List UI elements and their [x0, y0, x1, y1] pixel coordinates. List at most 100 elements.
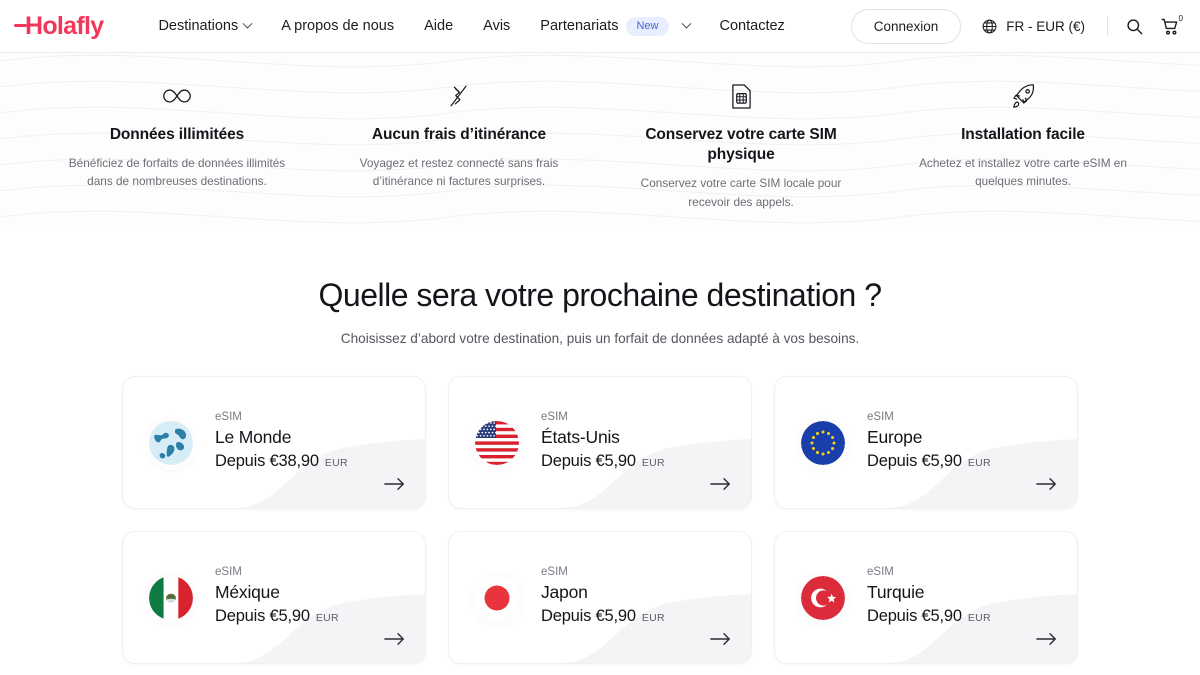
main-nav: Destinations A propos de nous Aide Avis …	[143, 9, 799, 44]
no-roaming-fees-icon	[342, 81, 576, 111]
nav-item-reviews[interactable]: Avis	[468, 10, 525, 42]
header-actions: Connexion FR - EUR (€) 0	[850, 8, 1188, 44]
search-button[interactable]	[1116, 8, 1152, 44]
arrow-right-icon	[384, 478, 404, 490]
card-currency: EUR	[641, 611, 665, 624]
destination-card[interactable]: eSIM Méxique Depuis €5,90 EUR	[122, 531, 426, 664]
nav-label: Destinations	[158, 18, 239, 34]
cart-icon	[1160, 18, 1177, 35]
destination-card[interactable]: eSIM Japon Depuis €5,90 EUR	[448, 531, 752, 664]
feature-easy-installation: Installation facile Achetez et installez…	[882, 81, 1164, 231]
card-body: eSIM Europe Depuis €5,90 EUR	[867, 411, 991, 475]
logo-text: Holafly	[25, 11, 104, 40]
feature-title: Conservez votre carte SIM physique	[645, 126, 837, 164]
card-go-button[interactable]	[1036, 477, 1057, 491]
new-badge: New	[626, 16, 669, 36]
nav-label: Avis	[483, 18, 511, 34]
globe-icon	[982, 19, 997, 33]
destination-cards-grid: eSIM Le Monde Depuis €38,90 EUR eSIM Éta…	[122, 376, 1078, 664]
nav-label: A propos de nous	[281, 18, 395, 34]
card-go-button[interactable]	[710, 632, 731, 646]
card-price-row: Depuis €5,90 EUR	[215, 607, 339, 626]
chevron-down-icon	[681, 18, 691, 29]
site-header: Holafly Destinations A propos de nous Ai…	[0, 0, 1200, 53]
destination-card[interactable]: eSIM Turquie Depuis €5,90 EUR	[774, 531, 1078, 664]
card-body: eSIM États-Unis Depuis €5,90 EUR	[541, 411, 665, 475]
feature-title: Installation facile	[961, 126, 1085, 143]
destination-card[interactable]: eSIM États-Unis Depuis €5,90 EUR	[448, 376, 752, 509]
card-esim-label: eSIM	[541, 410, 568, 423]
feature-description: Voyagez et restez connecté sans frais d’…	[359, 156, 559, 189]
destination-card[interactable]: eSIM Europe Depuis €5,90 EUR	[774, 376, 1078, 509]
card-price-row: Depuis €38,90 EUR	[215, 452, 348, 471]
card-esim-label: eSIM	[215, 565, 242, 578]
header-divider	[1107, 16, 1108, 36]
arrow-right-icon	[384, 633, 404, 645]
arrow-right-icon	[1036, 633, 1056, 645]
card-price-row: Depuis €5,90 EUR	[867, 607, 991, 626]
world-globe-flag	[149, 420, 193, 465]
card-go-button[interactable]	[1036, 632, 1057, 646]
cart-button[interactable]: 0	[1152, 8, 1188, 44]
page-root: Holafly Destinations A propos de nous Ai…	[0, 0, 1200, 675]
infinity-icon	[60, 81, 294, 111]
card-go-button[interactable]	[384, 632, 405, 646]
search-icon	[1126, 18, 1142, 34]
card-esim-label: eSIM	[541, 565, 568, 578]
card-destination-name: Turquie	[867, 581, 925, 602]
feature-description: Bénéficiez de forfaits de données illimi…	[68, 156, 286, 189]
feature-title: Aucun frais d’itinérance	[371, 126, 547, 143]
card-price: Depuis €5,90	[867, 606, 962, 625]
europe-flag	[801, 420, 845, 465]
feature-description: Conservez votre carte SIM locale pour re…	[640, 176, 842, 209]
card-price-row: Depuis €5,90 EUR	[541, 607, 665, 626]
card-price: Depuis €5,90	[541, 606, 636, 625]
card-go-button[interactable]	[710, 477, 731, 491]
sim-card-icon	[624, 81, 858, 111]
card-destination-name: Le Monde	[215, 426, 292, 447]
chevron-down-icon	[242, 18, 253, 29]
arrow-right-icon	[710, 633, 730, 645]
login-button[interactable]: Connexion	[850, 8, 962, 44]
feature-unlimited-data: Données illimitées Bénéficiez de forfait…	[36, 81, 318, 231]
feature-description: Achetez et installez votre carte eSIM en…	[919, 156, 1127, 189]
arrow-right-icon	[1036, 478, 1056, 490]
united-states-flag	[475, 420, 519, 465]
card-go-button[interactable]	[384, 477, 405, 491]
nav-item-partnerships[interactable]: Partenariats New	[525, 9, 704, 44]
turkey-flag	[801, 575, 845, 620]
feature-keep-physical-sim: Conservez votre carte SIM physique Conse…	[600, 81, 882, 231]
nav-label: Contactez	[719, 18, 785, 34]
holafly-logo[interactable]: Holafly	[14, 11, 104, 41]
arrow-right-icon	[710, 478, 730, 490]
card-esim-label: eSIM	[867, 410, 894, 423]
card-destination-name: États-Unis	[541, 426, 620, 447]
card-price-row: Depuis €5,90 EUR	[541, 452, 665, 471]
nav-item-contact[interactable]: Contactez	[705, 10, 800, 42]
feature-no-roaming-fees: Aucun frais d’itinérance Voyagez et rest…	[318, 81, 600, 231]
cart-count-badge: 0	[1178, 14, 1183, 23]
card-price: Depuis €38,90	[215, 451, 319, 470]
destination-card[interactable]: eSIM Le Monde Depuis €38,90 EUR	[122, 376, 426, 509]
card-destination-name: Europe	[867, 426, 923, 447]
card-body: eSIM Turquie Depuis €5,90 EUR	[867, 566, 991, 630]
card-body: eSIM Le Monde Depuis €38,90 EUR	[215, 411, 348, 475]
features-row: Données illimitées Bénéficiez de forfait…	[0, 53, 1200, 231]
card-currency: EUR	[967, 611, 991, 624]
card-destination-name: Méxique	[215, 581, 280, 602]
card-price-row: Depuis €5,90 EUR	[867, 452, 991, 471]
features-band: Données illimitées Bénéficiez de forfait…	[0, 53, 1200, 231]
card-price: Depuis €5,90	[215, 606, 310, 625]
nav-item-help[interactable]: Aide	[409, 10, 468, 42]
feature-title: Données illimitées	[109, 126, 245, 143]
card-body: eSIM Japon Depuis €5,90 EUR	[541, 566, 665, 630]
card-destination-name: Japon	[541, 581, 588, 602]
destinations-section: Quelle sera votre prochaine destination …	[0, 231, 1200, 664]
locale-selector[interactable]: FR - EUR (€)	[961, 18, 1099, 35]
nav-item-destinations[interactable]: Destinations	[143, 10, 266, 42]
card-currency: EUR	[324, 456, 348, 469]
rocket-icon	[906, 81, 1140, 111]
card-price: Depuis €5,90	[541, 451, 636, 470]
nav-item-about[interactable]: A propos de nous	[266, 10, 409, 42]
mexico-flag	[149, 575, 193, 620]
